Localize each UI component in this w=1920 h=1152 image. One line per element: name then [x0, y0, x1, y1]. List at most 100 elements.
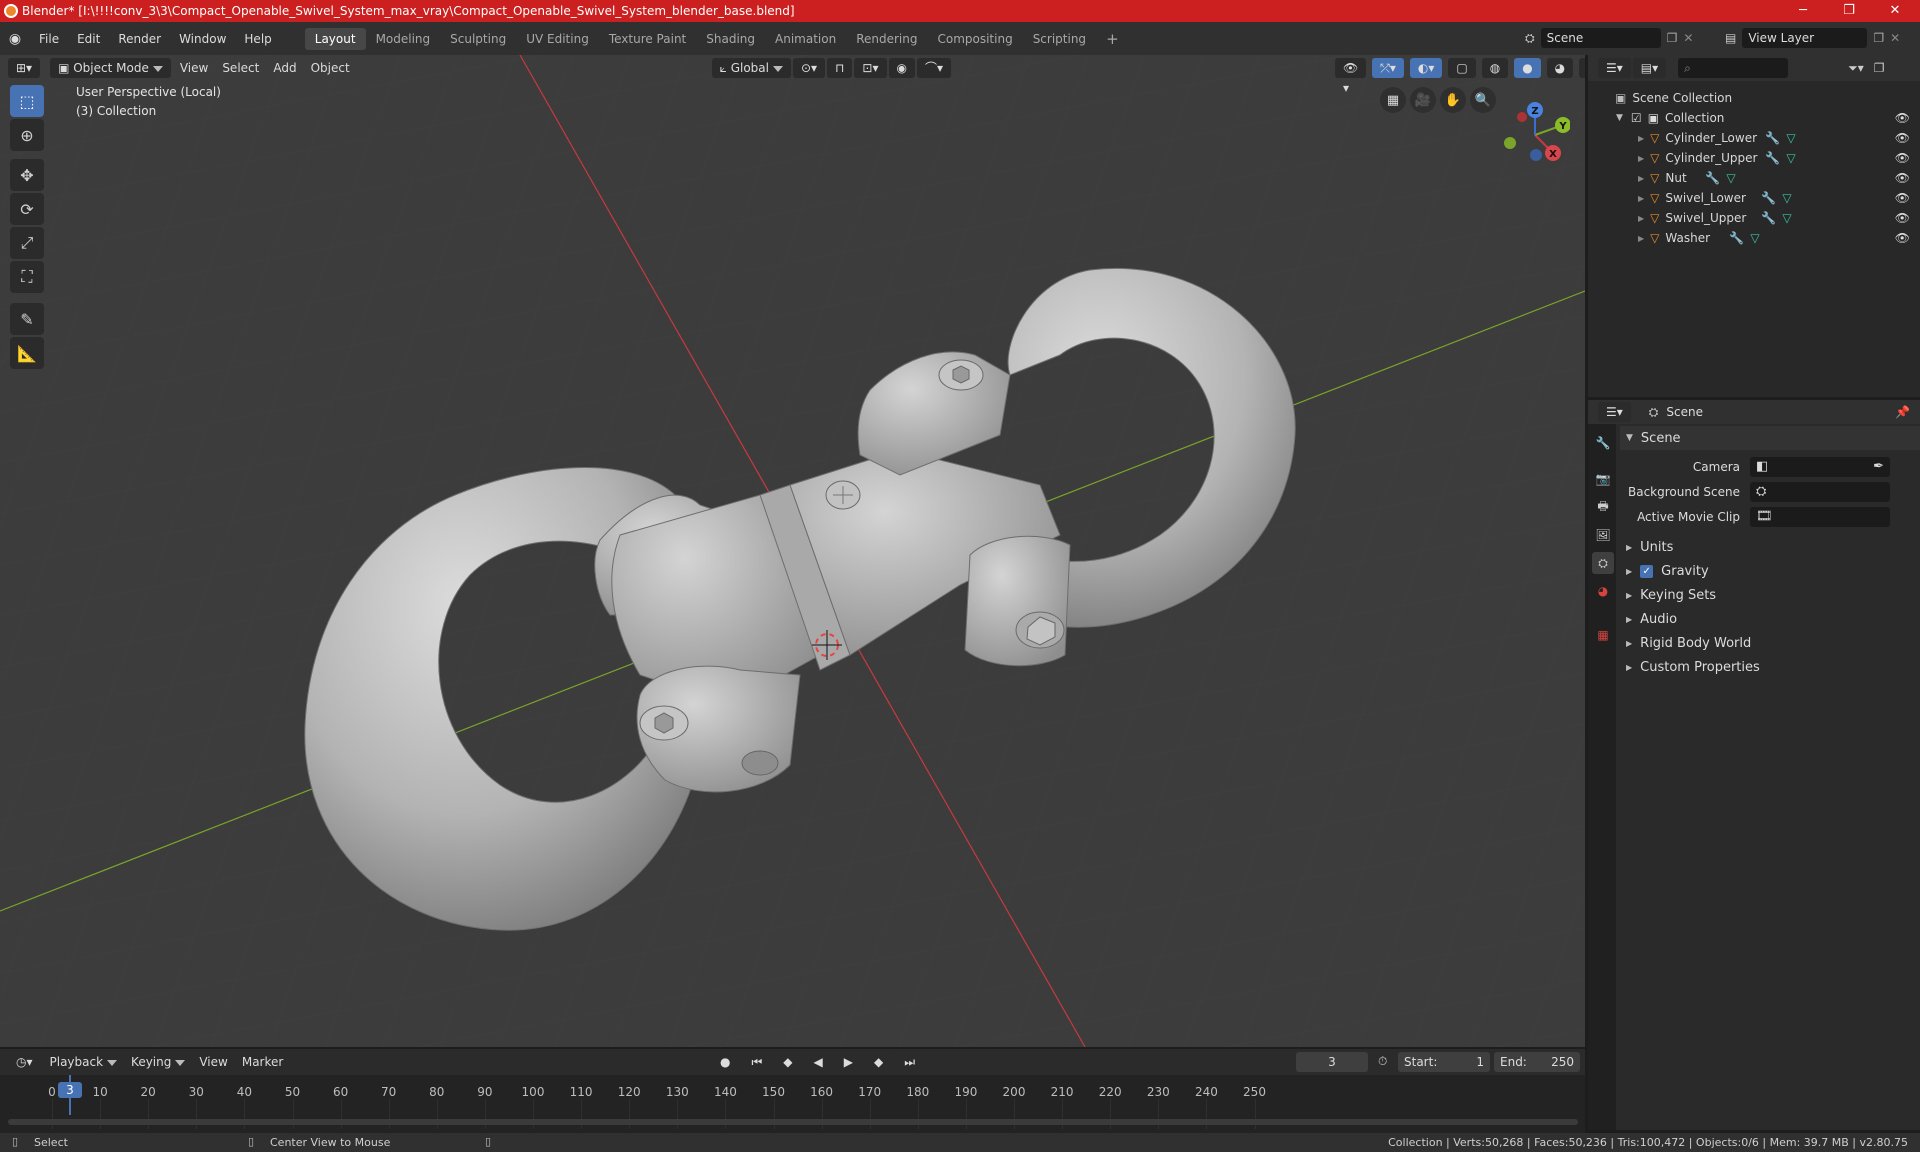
- proportional-edit-icon[interactable]: ◉: [888, 58, 915, 78]
- new-scene-icon[interactable]: ❐: [1667, 31, 1678, 45]
- expand-icon[interactable]: ▶: [1638, 234, 1644, 243]
- navigation-gizmo[interactable]: X Y Z: [1490, 90, 1570, 170]
- eye-icon[interactable]: 👁: [1895, 191, 1910, 205]
- menu-file[interactable]: File: [30, 28, 68, 50]
- units-panel-header[interactable]: ▶ Units: [1620, 535, 1920, 559]
- shading-solid-icon[interactable]: ●: [1514, 58, 1541, 78]
- menu-add[interactable]: Add: [266, 58, 303, 78]
- eye-icon[interactable]: 👁: [1895, 231, 1910, 245]
- pin-icon[interactable]: 📌: [1895, 405, 1910, 419]
- eye-icon[interactable]: 👁: [1895, 111, 1910, 125]
- tab-scripting[interactable]: Scripting: [1023, 28, 1096, 50]
- outliner-item-nut[interactable]: ▶ ▽ Nut 🔧 ▽ 👁: [1588, 168, 1920, 188]
- blender-menu-icon[interactable]: ◉: [0, 31, 30, 47]
- delete-scene-icon[interactable]: ✕: [1683, 31, 1693, 45]
- editor-type-icon[interactable]: ⊞▾: [8, 58, 41, 78]
- gravity-checkbox[interactable]: ✓: [1640, 564, 1654, 578]
- outliner-scene-collection[interactable]: ▣ Scene Collection: [1588, 88, 1920, 108]
- outliner-item-washer[interactable]: ▶ ▽ Washer 🔧 ▽ 👁: [1588, 228, 1920, 248]
- scene-selector[interactable]: Scene: [1540, 28, 1661, 48]
- filter-icon[interactable]: ⏷▾: [1848, 61, 1864, 76]
- snap-target-icon[interactable]: ⊡▾: [854, 58, 887, 78]
- menu-edit[interactable]: Edit: [68, 28, 109, 50]
- camera-field[interactable]: ◧ ✒: [1750, 457, 1890, 477]
- new-collection-icon[interactable]: ❐: [1874, 61, 1885, 75]
- audio-panel-header[interactable]: ▶ Audio: [1620, 607, 1920, 631]
- custom-properties-panel-header[interactable]: ▶ Custom Properties: [1620, 655, 1920, 679]
- eye-icon[interactable]: 👁: [1895, 131, 1910, 145]
- pivot-icon[interactable]: ⊙▾: [792, 58, 826, 78]
- shading-material-icon[interactable]: ◕: [1546, 58, 1574, 78]
- neg-x-axis-icon[interactable]: [1517, 112, 1527, 122]
- outliner-item-cylinder-upper[interactable]: ▶ ▽ Cylinder_Upper 🔧 ▽ 👁: [1588, 148, 1920, 168]
- outliner-item-cylinder-lower[interactable]: ▶ ▽ Cylinder_Lower 🔧 ▽ 👁: [1588, 128, 1920, 148]
- scene-tab-icon[interactable]: ⛭: [1592, 552, 1614, 574]
- shading-wireframe-icon[interactable]: ◍: [1481, 58, 1509, 78]
- outliner-item-swivel-lower[interactable]: ▶ ▽ Swivel_Lower 🔧 ▽ 👁: [1588, 188, 1920, 208]
- properties-editor-icon[interactable]: ☰▾: [1598, 402, 1631, 422]
- view-layer-selector[interactable]: View Layer: [1742, 28, 1868, 48]
- falloff-icon[interactable]: ⌒▾: [916, 58, 952, 78]
- scene-panel-header[interactable]: ▼ Scene: [1620, 426, 1920, 450]
- viewport-scene[interactable]: [0, 55, 1585, 1047]
- background-scene-field[interactable]: ⛭: [1750, 482, 1890, 502]
- xray-icon[interactable]: ▢: [1448, 58, 1476, 78]
- snap-icon[interactable]: ⊓: [827, 58, 853, 78]
- world-tab-icon[interactable]: ◕: [1592, 580, 1614, 602]
- tab-uv-editing[interactable]: UV Editing: [516, 28, 599, 50]
- tab-shading[interactable]: Shading: [696, 28, 765, 50]
- select-box-tool[interactable]: ⬚: [10, 85, 44, 117]
- camera-view-icon[interactable]: 🎥: [1410, 87, 1436, 113]
- tab-layout[interactable]: Layout: [304, 27, 366, 50]
- cursor-tool[interactable]: ⊕: [10, 119, 44, 151]
- expand-icon[interactable]: ▶: [1638, 174, 1644, 183]
- delete-view-layer-icon[interactable]: ✕: [1890, 31, 1900, 45]
- mode-selector[interactable]: ▣ Object Mode: [50, 58, 171, 78]
- menu-view[interactable]: View: [173, 58, 215, 78]
- output-tab-icon[interactable]: 🖶: [1592, 496, 1614, 518]
- scale-tool[interactable]: ⤢: [10, 227, 44, 259]
- tab-modeling[interactable]: Modeling: [366, 28, 441, 50]
- neg-y-axis-icon[interactable]: [1504, 137, 1516, 149]
- collapse-icon[interactable]: ▼: [1616, 113, 1623, 123]
- timeline-track-area[interactable]: 0 10 20 30 40 50 60 70 80 90 100 110 120 130 140 150 160…: [0, 1075, 1585, 1133]
- eye-icon[interactable]: 👁: [1895, 171, 1910, 185]
- annotate-tool[interactable]: ✎: [10, 303, 44, 335]
- tab-animation[interactable]: Animation: [765, 28, 846, 50]
- render-tab-icon[interactable]: 📷: [1592, 468, 1614, 490]
- view-layer-tab-icon[interactable]: 🖼: [1592, 524, 1614, 546]
- visibility-icon[interactable]: 👁▾: [1335, 58, 1367, 95]
- menu-render[interactable]: Render: [109, 28, 170, 50]
- expand-icon[interactable]: ▶: [1638, 194, 1644, 203]
- tool-tab-icon[interactable]: 🔧: [1592, 432, 1614, 454]
- view-layer-icon[interactable]: ▤: [1725, 31, 1736, 45]
- menu-help[interactable]: Help: [235, 28, 280, 50]
- eyedropper-icon[interactable]: ✒: [1873, 457, 1884, 477]
- outliner-editor-icon[interactable]: ☰▾: [1598, 58, 1631, 78]
- keying-sets-panel-header[interactable]: ▶ Keying Sets: [1620, 583, 1920, 607]
- 3d-viewport[interactable]: ⊞▾ ▣ Object Mode View Select Add Object …: [0, 55, 1585, 1047]
- playhead-frame-label[interactable]: 3: [58, 1082, 82, 1098]
- transform-tool[interactable]: ⛶: [10, 261, 44, 293]
- overlay-icon[interactable]: ◐▾: [1409, 58, 1443, 78]
- timeline-scrollbar[interactable]: [8, 1119, 1578, 1125]
- rigid-body-world-panel-header[interactable]: ▶ Rigid Body World: [1620, 631, 1920, 655]
- expand-icon[interactable]: ▶: [1638, 134, 1644, 143]
- tab-rendering[interactable]: Rendering: [846, 28, 927, 50]
- menu-object[interactable]: Object: [304, 58, 357, 78]
- move-tool[interactable]: ✥: [10, 159, 44, 191]
- menu-window[interactable]: Window: [170, 28, 235, 50]
- gravity-panel-header[interactable]: ▶ ✓ Gravity: [1620, 559, 1920, 583]
- shading-rendered-icon[interactable]: ○▾: [1579, 58, 1585, 78]
- close-button[interactable]: ✕: [1872, 0, 1918, 22]
- gizmo-icon[interactable]: ⤱▾: [1372, 58, 1404, 78]
- pan-hand-icon[interactable]: ✋: [1440, 87, 1466, 113]
- menu-select[interactable]: Select: [215, 58, 266, 78]
- scene-icon[interactable]: ⛭: [1525, 31, 1535, 46]
- rotate-tool[interactable]: ⟳: [10, 193, 44, 225]
- checkbox-icon[interactable]: ☑: [1631, 111, 1642, 125]
- display-mode-icon[interactable]: ▤▾: [1632, 58, 1667, 78]
- maximize-button[interactable]: ❐: [1826, 0, 1872, 22]
- measure-tool[interactable]: 📐: [10, 337, 44, 369]
- outliner-search-input[interactable]: ⌕: [1678, 58, 1789, 78]
